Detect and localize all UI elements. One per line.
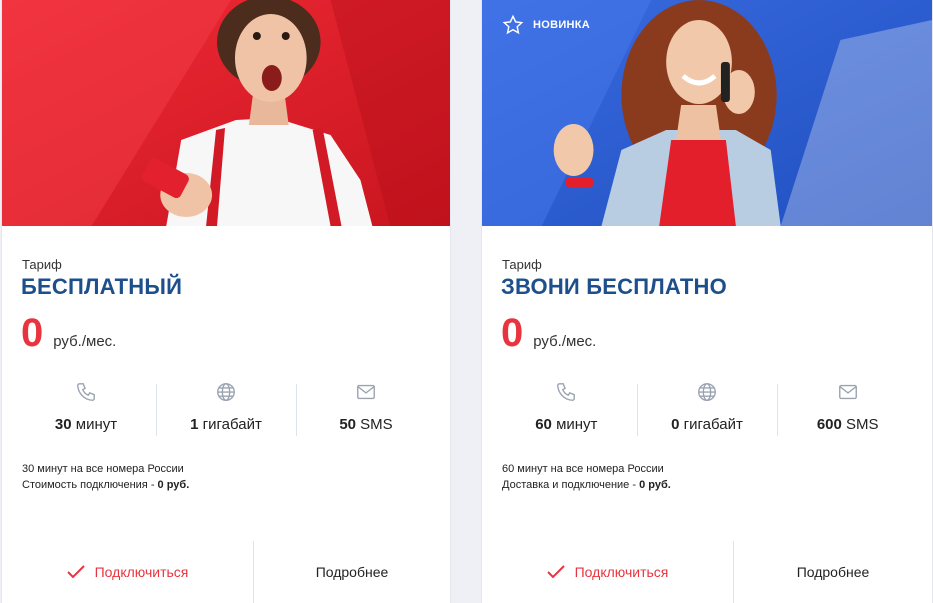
- globe-icon: [637, 380, 778, 404]
- phone-icon: [16, 380, 156, 404]
- checkmark-icon: [66, 565, 85, 579]
- feature-value: 50: [339, 416, 356, 433]
- hero-image: [2, 0, 450, 226]
- feature-sms: 50 SMS: [296, 380, 436, 436]
- badge-label: НОВИНКА: [533, 19, 591, 31]
- price-unit: руб./мес.: [53, 333, 117, 350]
- desc-line-1: 30 минут на все номера России: [22, 463, 184, 475]
- desc-line-2: Стоимость подключения - 0 руб.: [22, 479, 190, 491]
- envelope-icon: [296, 380, 436, 404]
- connect-button[interactable]: Подключиться: [482, 541, 734, 603]
- checkmark-icon: [546, 565, 565, 579]
- price-value: 0: [501, 311, 524, 355]
- feature-minutes: 60 минут: [496, 380, 637, 436]
- desc-line-2: Доставка и подключение - 0 руб.: [502, 479, 671, 491]
- feature-value: 30: [54, 416, 72, 433]
- phone-icon: [496, 380, 637, 404]
- price: 0 руб./мес.: [21, 313, 116, 353]
- tariff-name: БЕСПЛАТНЫЙ: [21, 274, 183, 299]
- feature-unit: гигабайт: [202, 416, 262, 433]
- details-button[interactable]: Подробнее: [254, 541, 450, 603]
- feature-sms: 600 SMS: [777, 380, 918, 436]
- connect-button[interactable]: Подключиться: [2, 541, 254, 603]
- card-actions: Подключиться Подробнее: [2, 540, 450, 603]
- feature-internet: 0 гигабайт: [636, 380, 778, 436]
- price-unit: руб./мес.: [533, 333, 597, 350]
- feature-value: 60: [535, 416, 552, 433]
- feature-internet: 1 гигабайт: [156, 380, 296, 436]
- envelope-icon: [777, 380, 918, 404]
- price: 0 руб./мес.: [501, 313, 596, 353]
- feature-value: 600: [816, 416, 842, 433]
- tariff-name: ЗВОНИ БЕСПЛАТНО: [501, 274, 727, 299]
- details-button[interactable]: Подробнее: [734, 541, 932, 603]
- feature-unit: SMS: [846, 416, 879, 433]
- star-icon: [502, 14, 524, 35]
- feature-value: 1: [190, 416, 199, 433]
- feature-unit: минут: [75, 416, 118, 433]
- feature-unit: гигабайт: [683, 416, 743, 433]
- tariff-card-zvoni-besplatno: НОВИНКА Тариф ЗВОНИ БЕСПЛАТНО 0 руб./мес…: [481, 0, 933, 603]
- features-row: 60 минут 0 гигабайт 600 SMS: [496, 380, 918, 436]
- tariff-description: 30 минут на все номера России Стоимость …: [22, 461, 189, 493]
- feature-value: 0: [671, 416, 680, 433]
- tariff-label: Тариф: [22, 257, 62, 272]
- features-row: 30 минут 1 гигабайт 50 SMS: [16, 380, 436, 436]
- new-badge: НОВИНКА: [502, 14, 590, 36]
- globe-icon: [156, 380, 296, 404]
- tariff-label: Тариф: [502, 257, 542, 272]
- price-value: 0: [21, 311, 44, 355]
- card-actions: Подключиться Подробнее: [482, 540, 932, 603]
- tariff-card-besplatny: Тариф БЕСПЛАТНЫЙ 0 руб./мес. 30 минут 1 …: [1, 0, 451, 603]
- tariff-description: 60 минут на все номера России Доставка и…: [502, 461, 671, 493]
- feature-unit: SMS: [360, 416, 393, 433]
- feature-unit: минут: [556, 416, 598, 433]
- feature-minutes: 30 минут: [16, 380, 156, 436]
- desc-line-1: 60 минут на все номера России: [502, 463, 664, 475]
